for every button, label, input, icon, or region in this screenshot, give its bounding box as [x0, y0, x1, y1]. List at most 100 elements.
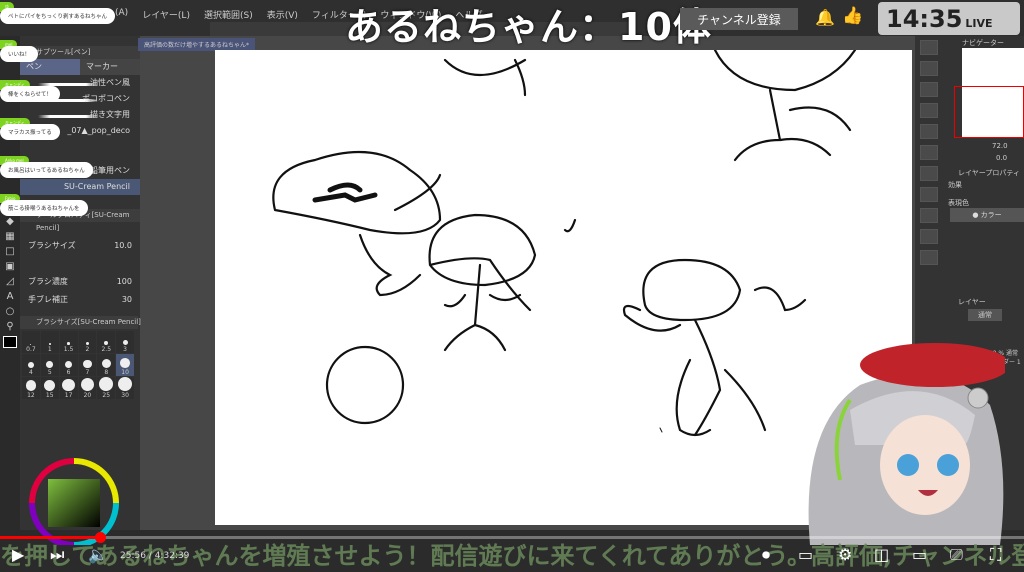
blend-mode-select[interactable]: 通常: [968, 309, 1002, 321]
material-icon[interactable]: [920, 82, 938, 97]
material-icon[interactable]: [920, 61, 938, 76]
prop-stabilization[interactable]: 手ブレ補正 30: [20, 290, 140, 308]
brush-size-option[interactable]: 20: [78, 377, 97, 399]
main-color-swatch[interactable]: [3, 336, 17, 348]
material-icon[interactable]: [920, 250, 938, 265]
material-icon[interactable]: [920, 124, 938, 139]
stream-title-overlay: あるねちゃん：10体: [345, 5, 712, 49]
gradient-tool-icon[interactable]: ▦: [5, 231, 14, 242]
brush-size-option[interactable]: 7: [78, 354, 97, 376]
live-label: LIVE: [965, 17, 993, 30]
cast-icon[interactable]: ⎚: [950, 545, 963, 565]
prop-brush-size[interactable]: ブラシサイズ 10.0: [20, 236, 140, 254]
brush-size-option[interactable]: 3: [116, 331, 134, 353]
brush-dot-icon: [122, 340, 128, 345]
frame-tool-icon[interactable]: ▣: [5, 261, 14, 272]
material-icon[interactable]: [920, 187, 938, 202]
size-label: 8: [104, 369, 109, 376]
navigator-tab[interactable]: ナビゲーター: [962, 38, 1004, 48]
brush-size-option[interactable]: 0.7: [22, 331, 40, 353]
theater-mode-icon[interactable]: ▭: [912, 545, 927, 564]
fullscreen-icon[interactable]: ⛶: [990, 545, 1001, 565]
player-controls: ▶ ⏭ 🔈 25:56 / 4:32:39 ⏺ ▭ ⚙ ◫ ▭ ⎚ ⛶: [0, 545, 1024, 569]
menu-item[interactable]: (A): [115, 8, 128, 21]
brush-size-option[interactable]: 4: [22, 354, 40, 376]
ruler-tool-icon[interactable]: ◿: [6, 276, 14, 287]
menu-item[interactable]: レイヤー(L): [142, 8, 190, 21]
brush-size-option[interactable]: 8: [97, 354, 116, 376]
volume-icon[interactable]: 🔈: [88, 545, 108, 564]
brush-size-tab[interactable]: ブラシサイズ[SU-Cream Pencil]: [20, 316, 141, 329]
size-label: 30: [121, 392, 129, 399]
size-label: 5: [47, 369, 52, 376]
material-icon[interactable]: [920, 145, 938, 160]
prop-value: 100: [116, 276, 132, 286]
brush-size-option[interactable]: 30: [116, 377, 134, 399]
right-icon-column: [920, 40, 938, 265]
brush-dot-icon: [104, 340, 109, 345]
brush-size-option[interactable]: 25: [97, 377, 116, 399]
progress-fill: [0, 536, 101, 539]
group-marker[interactable]: マーカー: [80, 59, 140, 75]
autoplay-toggle[interactable]: ⏺: [762, 545, 770, 565]
layer-tab[interactable]: レイヤー: [958, 297, 986, 307]
material-icon[interactable]: [920, 166, 938, 181]
size-label: 1: [47, 346, 52, 353]
size-label: 7: [85, 369, 90, 376]
brush-size-option[interactable]: 1: [40, 331, 59, 353]
text-tool-icon[interactable]: A: [7, 291, 14, 302]
layer-property-tab[interactable]: レイヤープロパティ: [958, 168, 1020, 178]
size-label: 15: [45, 392, 54, 399]
prop-value: 10.0: [114, 240, 132, 250]
menu-item[interactable]: 選択範囲(S): [204, 8, 253, 21]
search-icon[interactable]: [920, 40, 938, 55]
brush-size-option[interactable]: 6: [59, 354, 78, 376]
thumbs-up-icon: 👍: [842, 6, 864, 26]
subtitles-icon[interactable]: ▭: [798, 545, 813, 564]
size-label: 17: [64, 392, 73, 399]
material-icon[interactable]: [920, 103, 938, 118]
shape-tool-icon[interactable]: □: [5, 246, 14, 257]
progress-bar[interactable]: [0, 536, 1024, 539]
miniplayer-icon[interactable]: ◫: [874, 545, 889, 564]
navigator-preview[interactable]: [954, 48, 1024, 138]
brush-size-option[interactable]: 12: [22, 377, 40, 399]
material-icon[interactable]: [920, 229, 938, 244]
brush-size-option[interactable]: 17: [59, 377, 78, 399]
rotate-value[interactable]: 0.0: [996, 154, 1007, 162]
size-label: 0.7: [26, 346, 36, 353]
brush-size-option[interactable]: 1.5: [59, 331, 78, 353]
material-icon[interactable]: [920, 208, 938, 223]
brush-size-option[interactable]: 10: [116, 354, 134, 376]
size-label: 2: [85, 346, 90, 353]
zoom-value[interactable]: 72.0: [992, 142, 1008, 150]
play-icon[interactable]: ▶: [12, 545, 24, 564]
brush-dot-icon: [85, 341, 90, 345]
color-mode-label: カラー: [980, 211, 1002, 219]
tool-column: ◆ ▦ □ ▣ ◿ A ○ ⚲: [0, 36, 20, 530]
size-label: 20: [83, 392, 92, 399]
brush-size-option[interactable]: 2: [78, 331, 97, 353]
subtool-tab[interactable]: サブツール[ペン]: [20, 46, 140, 59]
color-wheel[interactable]: [22, 455, 134, 545]
balloon-tool-icon[interactable]: ○: [6, 306, 15, 317]
prop-brush-density[interactable]: ブラシ濃度 100: [20, 272, 140, 290]
menu-item[interactable]: 表示(V): [267, 8, 298, 21]
settings-gear-icon[interactable]: ⚙: [838, 545, 852, 564]
brush-size-option[interactable]: 15: [40, 377, 59, 399]
color-mode-button[interactable]: ● カラー: [950, 208, 1024, 222]
brush-item-selected[interactable]: SU-Cream Pencil: [20, 179, 140, 195]
correction-tool-icon[interactable]: ⚲: [6, 321, 13, 332]
size-label: 10: [121, 369, 129, 376]
brush-dot-icon: [118, 377, 133, 391]
expression-color-label: 表現色: [948, 199, 969, 207]
live-clock: 14:35 LIVE: [878, 2, 1020, 35]
brush-size-option[interactable]: 5: [40, 354, 59, 376]
prop-label: 手ブレ補正: [28, 294, 68, 304]
fill-tool-icon[interactable]: ◆: [6, 216, 14, 227]
next-icon[interactable]: ⏭: [50, 545, 64, 565]
brush-dot-icon: [25, 380, 37, 391]
brush-dot-icon: [80, 378, 94, 391]
brush-size-option[interactable]: 2.5: [97, 331, 116, 353]
brush-item[interactable]: 描き文字用: [20, 107, 140, 123]
